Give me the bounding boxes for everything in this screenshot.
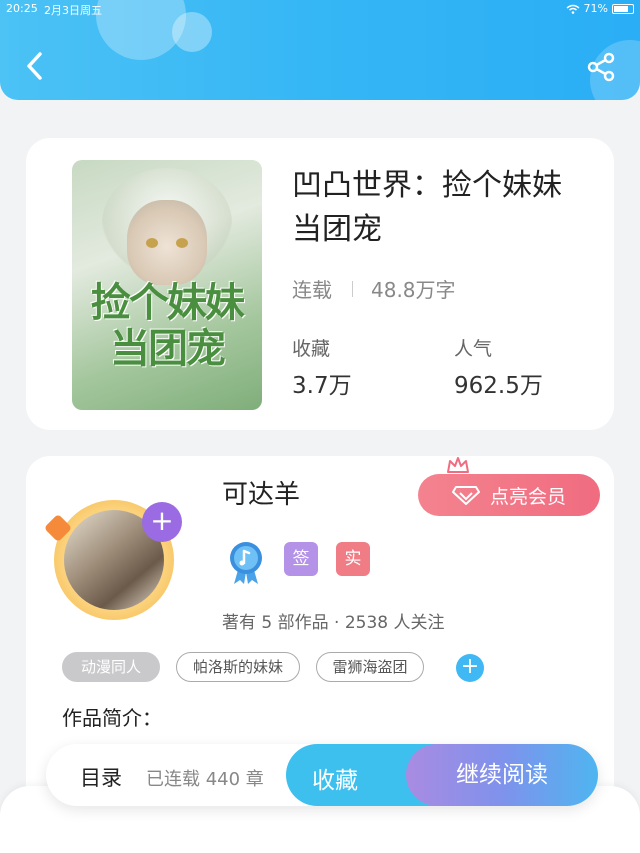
favorites-value: 3.7万 <box>292 373 352 399</box>
book-title: 凹凸世界：捡个妹妹当团宠 <box>292 168 562 247</box>
cover-title-line1: 捡个妹妹 <box>91 279 245 326</box>
share-button[interactable] <box>584 50 618 84</box>
book-meta: 连载 48.8万字 <box>292 274 456 303</box>
cover-eye-art <box>176 238 188 248</box>
real-name-badge: 实 <box>336 542 370 576</box>
cover-title-line2: 当团宠 <box>110 325 226 372</box>
sign-badge: 签 <box>284 542 318 576</box>
cover-face-art <box>127 200 207 285</box>
vip-button[interactable]: 点亮会员 <box>418 474 600 516</box>
author-stats: 著有 5 部作品 · 2538 人关注 <box>222 613 445 633</box>
cover-eye-art <box>146 238 158 248</box>
tag-chip[interactable]: 帕洛斯的妹妹 <box>176 652 300 682</box>
medal-badge-icon <box>230 542 262 584</box>
book-cover[interactable]: 捡个妹妹 当团宠 <box>72 160 262 410</box>
follow-author-button[interactable]: + <box>142 502 182 542</box>
crown-icon <box>447 457 469 473</box>
chevron-left-icon <box>27 52 42 80</box>
bottom-action-bar: 目录 已连载 440 章 收藏 继续阅读 <box>46 744 598 806</box>
tag-chip[interactable]: 动漫同人 <box>62 652 160 682</box>
diamond-icon <box>451 486 480 505</box>
battery-icon <box>612 3 634 14</box>
meta-divider <box>352 280 353 297</box>
battery-percent: 71% <box>583 2 608 15</box>
popularity-label: 人气 <box>454 338 493 360</box>
status-right: 71% <box>566 2 634 15</box>
add-tag-button[interactable]: + <box>456 654 484 682</box>
favorites-label: 收藏 <box>292 338 331 360</box>
decor-bubble <box>172 12 212 52</box>
status-bar: 20:25 2月3日周五 71% <box>0 0 640 18</box>
intro-heading: 作品简介： <box>62 706 162 730</box>
author-name[interactable]: 可达羊 <box>222 474 300 511</box>
tag-chip[interactable]: 雷狮海盗团 <box>316 652 424 682</box>
popularity-value: 962.5万 <box>454 373 543 399</box>
top-header: 20:25 2月3日周五 71% <box>0 0 640 100</box>
wifi-icon <box>566 4 580 14</box>
serial-status: 连载 <box>292 278 332 302</box>
chapter-count: 已连载 440 章 <box>146 769 264 790</box>
continue-reading-button[interactable]: 继续阅读 <box>406 744 598 806</box>
status-date: 2月3日周五 <box>44 4 102 17</box>
back-button[interactable] <box>20 48 50 84</box>
vip-label: 点亮会员 <box>489 485 566 508</box>
share-icon <box>587 52 615 82</box>
collect-label: 收藏 <box>312 768 358 794</box>
word-count: 48.8万字 <box>371 278 456 302</box>
cover-title-art: 捡个妹妹 当团宠 <box>82 280 252 372</box>
book-info-card: 捡个妹妹 当团宠 凹凸世界：捡个妹妹当团宠 连载 48.8万字 收藏 3.7万 … <box>26 138 614 430</box>
toc-button[interactable]: 目录 <box>80 762 122 792</box>
status-time: 20:25 <box>6 2 38 15</box>
